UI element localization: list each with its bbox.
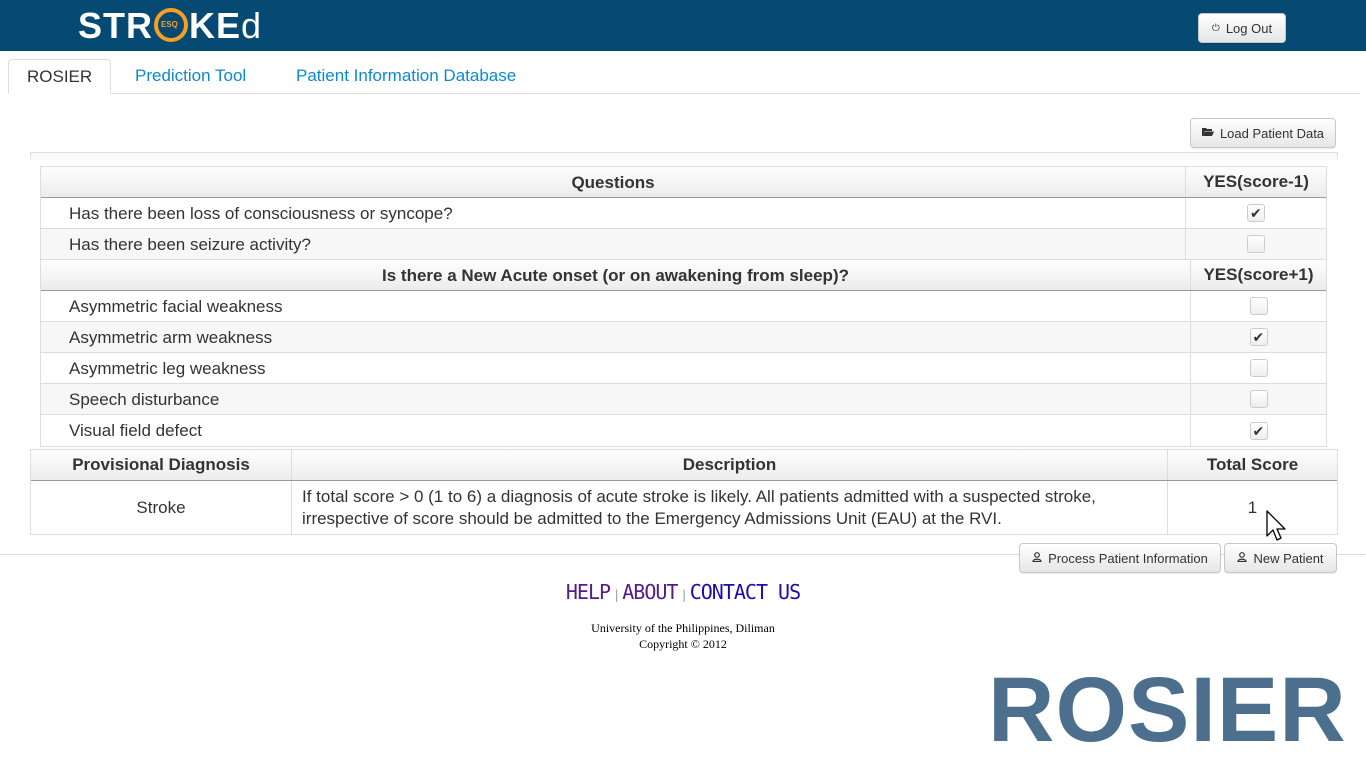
section-divider (30, 152, 1338, 160)
mouse-pointer-icon (1266, 510, 1286, 541)
tab-rosier[interactable]: ROSIER (8, 59, 112, 94)
score-plus-header: YES(score+1) (1203, 265, 1314, 284)
tab-prediction-tool[interactable]: Prediction Tool (117, 59, 264, 94)
tab-patient-information-database[interactable]: Patient Information Database (278, 59, 534, 94)
table-row: Asymmetric arm weakness (41, 322, 1326, 353)
user-icon (1032, 551, 1042, 565)
total-score-value: 1 (1247, 497, 1258, 517)
new-patient-label: New Patient (1253, 550, 1324, 566)
acute-onset-header: Is there a New Acute onset (or on awaken… (41, 260, 1191, 290)
new-patient-button[interactable]: New Patient (1224, 543, 1337, 573)
contact-us-link[interactable]: CONTACT US (690, 580, 801, 604)
strokEd-logo[interactable]: STR KEd (78, 6, 262, 46)
load-patient-data-label: Load Patient Data (1219, 125, 1325, 141)
table-header-row: Provisional Diagnosis Description Total … (31, 450, 1337, 481)
diagnosis-table: Provisional Diagnosis Description Total … (30, 449, 1338, 535)
table-row: Has there been seizure activity? (41, 229, 1326, 260)
process-patient-information-label: Process Patient Information (1048, 550, 1208, 566)
tab-prediction-tool-label: Prediction Tool (135, 66, 247, 85)
diagnosis-description: If total score > 0 (1 to 6) a diagnosis … (292, 481, 1168, 534)
checkbox-speech-disturbance[interactable] (1249, 390, 1268, 408)
footer-info: University of the Philippines, Diliman C… (0, 620, 1366, 652)
table-row: Has there been loss of consciousness or … (41, 198, 1326, 229)
table-row: Visual field defect (41, 415, 1326, 446)
process-patient-information-button[interactable]: Process Patient Information (1019, 543, 1221, 573)
question-leg-weakness: Asymmetric leg weakness (41, 353, 1191, 383)
checkbox-visual-field-defect[interactable] (1249, 421, 1268, 440)
total-score-header: Total Score (1206, 455, 1299, 474)
table-header-row: Questions YES(score-1) (41, 167, 1326, 198)
tab-patient-database-label: Patient Information Database (296, 66, 517, 85)
question-speech-disturbance: Speech disturbance (41, 384, 1191, 414)
footer-links: HELP | ABOUT | CONTACT US (0, 580, 1366, 604)
about-link[interactable]: ABOUT (622, 580, 678, 604)
diagnosis-value: Stroke (31, 481, 292, 534)
tab-rosier-label: ROSIER (27, 67, 93, 86)
user-icon (1237, 551, 1248, 565)
checkbox-leg-weakness[interactable] (1249, 359, 1268, 377)
copyright-text: Copyright © 2012 (639, 637, 727, 651)
top-navbar: STR KEd ⏻ Log Out (0, 0, 1366, 51)
table-row: Stroke If total score > 0 (1 to 6) a dia… (31, 481, 1337, 534)
questions-header: Questions (41, 167, 1186, 197)
institution-text: University of the Philippines, Diliman (591, 621, 775, 635)
provisional-diagnosis-header: Provisional Diagnosis (31, 450, 292, 480)
rosier-watermark: ROSIER (988, 659, 1347, 761)
table-row: Asymmetric leg weakness (41, 353, 1326, 384)
question-loss-of-consciousness: Has there been loss of consciousness or … (41, 198, 1186, 228)
folder-open-icon (1201, 127, 1214, 140)
question-facial-weakness: Asymmetric facial weakness (41, 291, 1191, 321)
checkbox-seizure-activity[interactable] (1247, 235, 1265, 253)
description-header: Description (292, 450, 1168, 480)
score-minus-header: YES(score-1) (1203, 172, 1309, 191)
logout-button[interactable]: ⏻ Log Out (1198, 13, 1286, 43)
power-icon: ⏻ (1211, 22, 1220, 34)
logo-text-start: STR (78, 5, 153, 46)
footer-separator: | (680, 588, 687, 602)
footer-separator: | (613, 588, 620, 602)
rosier-questions-table: Questions YES(score-1) Has there been lo… (40, 166, 1327, 447)
table-row: Speech disturbance (41, 384, 1326, 415)
question-visual-field-defect: Visual field defect (41, 415, 1191, 446)
logo-text-end: d (241, 5, 263, 46)
table-row: Asymmetric facial weakness (41, 291, 1326, 322)
brain-logo-icon (154, 8, 188, 42)
checkbox-arm-weakness[interactable] (1249, 328, 1268, 346)
main-tabs: ROSIER Prediction Tool Patient Informati… (8, 59, 1360, 94)
logo-text-middle: KE (189, 5, 242, 46)
load-patient-data-button[interactable]: Load Patient Data (1190, 118, 1336, 148)
logout-label: Log Out (1225, 20, 1273, 36)
table-header-row: Is there a New Acute onset (or on awaken… (41, 260, 1326, 291)
question-seizure-activity: Has there been seizure activity? (41, 229, 1186, 259)
question-arm-weakness: Asymmetric arm weakness (41, 322, 1191, 352)
checkbox-facial-weakness[interactable] (1249, 297, 1268, 315)
help-link[interactable]: HELP (566, 580, 611, 604)
checkbox-loss-of-consciousness[interactable] (1247, 204, 1265, 222)
